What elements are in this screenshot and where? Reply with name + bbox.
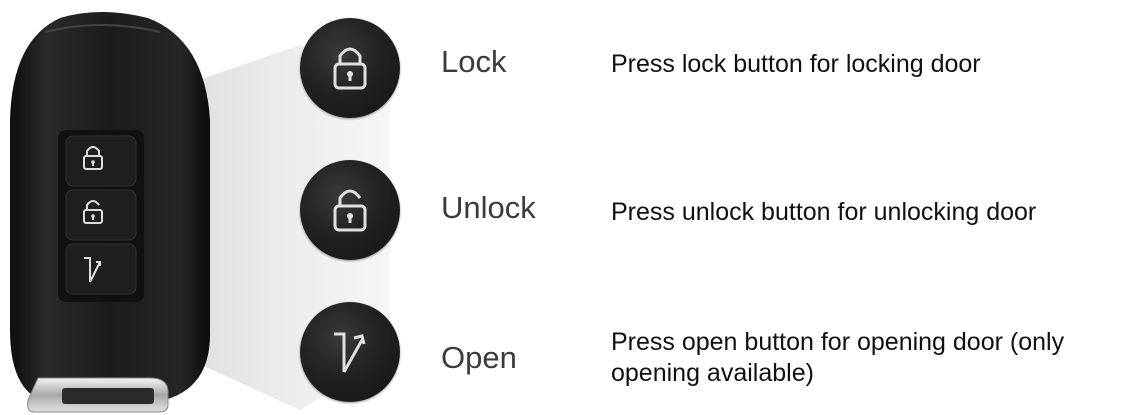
door-open-icon bbox=[334, 332, 366, 373]
fob-lock-button bbox=[65, 135, 137, 187]
lock-icon bbox=[333, 47, 367, 90]
emergency-key-slot bbox=[27, 377, 169, 413]
open-label: Open bbox=[441, 340, 517, 375]
lock-description: Press lock button for locking door bbox=[611, 50, 981, 78]
fob-open-button bbox=[65, 243, 137, 295]
unlock-label: Unlock bbox=[441, 190, 536, 225]
unlock-icon bbox=[333, 189, 367, 232]
unlock-description: Press unlock button for unlocking door bbox=[611, 198, 1037, 226]
open-description: Press open button for opening door (only… bbox=[611, 328, 1065, 387]
lock-button-closeup bbox=[300, 18, 400, 118]
fob-unlock-button bbox=[65, 189, 137, 241]
unlock-button-closeup bbox=[300, 160, 400, 260]
open-button-closeup bbox=[300, 302, 400, 402]
lock-label: Lock bbox=[441, 44, 507, 79]
